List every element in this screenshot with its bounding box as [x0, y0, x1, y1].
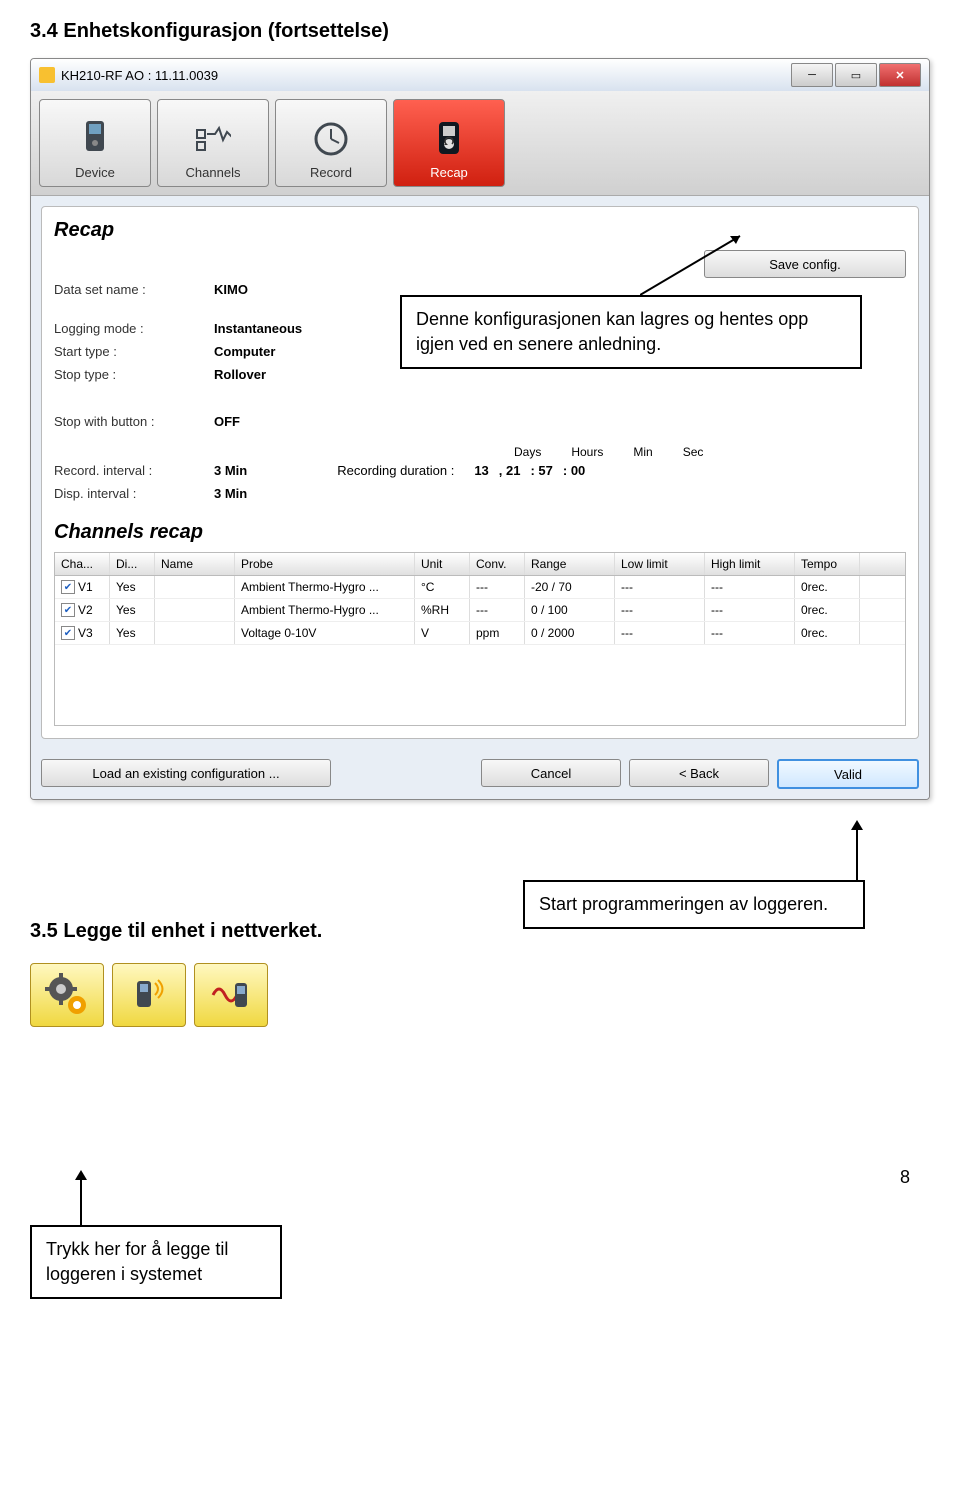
recap-panel: Recap Save config. Data set name :KIMO L…: [41, 206, 919, 739]
table-row[interactable]: ✔ V2YesAmbient Thermo-Hygro ...%RH---0 /…: [55, 599, 905, 622]
load-config-button[interactable]: Load an existing configuration ...: [41, 759, 331, 787]
tab-label: Recap: [430, 165, 468, 180]
section-heading: 3.4 Enhetskonfigurasjon (fortsettelse): [30, 20, 930, 43]
dur-header: Hours: [571, 445, 603, 459]
row-label: Stop type :: [54, 367, 214, 382]
callout-add-device: Trykk her for å legge til loggeren i sys…: [30, 1225, 282, 1299]
th[interactable]: Tempo: [795, 553, 860, 575]
th[interactable]: Unit: [415, 553, 470, 575]
checkbox-icon[interactable]: ✔: [61, 626, 75, 640]
row-label: Start type :: [54, 344, 214, 359]
titlebar: KH210-RF AO : 11.11.0039 ─ ▭ ✕: [31, 59, 929, 91]
tab-recap[interactable]: Recap: [393, 99, 505, 187]
table-row[interactable]: ✔ V3YesVoltage 0-10VVppm0 / 2000------0r…: [55, 622, 905, 645]
channels-icon: [195, 119, 231, 159]
th[interactable]: Probe: [235, 553, 415, 575]
cancel-button[interactable]: Cancel: [481, 759, 621, 787]
row-value: OFF: [214, 414, 240, 429]
row-label: Logging mode :: [54, 321, 214, 336]
dur-value: 13: [474, 463, 488, 478]
row-value: Computer: [214, 344, 275, 359]
row-value: 3 Min: [214, 486, 247, 501]
row-label: Disp. interval :: [54, 486, 214, 501]
callout-start-programming: Start programmeringen av loggeren.: [523, 880, 865, 929]
recap-icon: [431, 119, 467, 159]
dur-header: Min: [633, 445, 652, 459]
tab-label: Record: [310, 165, 352, 180]
close-button[interactable]: ✕: [879, 63, 921, 87]
arrow-icon: [640, 230, 760, 300]
toolbar-icons: [30, 963, 930, 1027]
th[interactable]: Conv.: [470, 553, 525, 575]
tab-device[interactable]: Device: [39, 99, 151, 187]
table-row[interactable]: ✔ V1YesAmbient Thermo-Hygro ...°C----20 …: [55, 576, 905, 599]
minimize-button[interactable]: ─: [791, 63, 833, 87]
tab-channels[interactable]: Channels: [157, 99, 269, 187]
row-label: Record. interval :: [54, 463, 214, 478]
row-value: Instantaneous: [214, 321, 302, 336]
th[interactable]: Di...: [110, 553, 155, 575]
settings-icon-button[interactable]: [30, 963, 104, 1027]
duration-label: Recording duration :: [337, 463, 454, 478]
arrow-icon: [66, 1170, 96, 1230]
back-button[interactable]: < Back: [629, 759, 769, 787]
row-value: 3 Min: [214, 463, 247, 478]
window-title: KH210-RF AO : 11.11.0039: [61, 68, 218, 83]
dur-header: Days: [514, 445, 541, 459]
recap-title: Recap: [54, 219, 906, 242]
th[interactable]: Cha...: [55, 553, 110, 575]
row-value: Rollover: [214, 367, 266, 382]
dur-value: : 00: [563, 463, 585, 478]
valid-button[interactable]: Valid: [777, 759, 919, 789]
dur-header: Sec: [683, 445, 704, 459]
callout-save-config: Denne konfigurasjonen kan lagres og hent…: [400, 295, 862, 369]
th[interactable]: Low limit: [615, 553, 705, 575]
row-label: Data set name :: [54, 282, 214, 297]
device-signal-icon-button[interactable]: [112, 963, 186, 1027]
checkbox-icon[interactable]: ✔: [61, 580, 75, 594]
tab-label: Channels: [186, 165, 241, 180]
app-icon: [39, 67, 55, 83]
checkbox-icon[interactable]: ✔: [61, 603, 75, 617]
device-icon: [77, 119, 113, 159]
maximize-button[interactable]: ▭: [835, 63, 877, 87]
toolbar: Device Channels Record Recap: [31, 91, 929, 196]
channels-table: Cha... Di... Name Probe Unit Conv. Range…: [54, 552, 906, 726]
th[interactable]: Range: [525, 553, 615, 575]
dur-value: , 21: [499, 463, 521, 478]
arrow-icon: [842, 820, 872, 885]
channels-title: Channels recap: [54, 521, 906, 544]
dialog-buttons: Load an existing configuration ... Cance…: [31, 749, 929, 799]
record-icon: [313, 119, 349, 159]
th[interactable]: High limit: [705, 553, 795, 575]
th[interactable]: Name: [155, 553, 235, 575]
row-label: Stop with button :: [54, 414, 214, 429]
dur-value: : 57: [530, 463, 552, 478]
page-number: 8: [30, 1167, 910, 1188]
row-value: KIMO: [214, 282, 248, 297]
tab-label: Device: [75, 165, 115, 180]
tab-record[interactable]: Record: [275, 99, 387, 187]
wave-device-icon-button[interactable]: [194, 963, 268, 1027]
config-window: KH210-RF AO : 11.11.0039 ─ ▭ ✕ Device Ch…: [30, 58, 930, 800]
